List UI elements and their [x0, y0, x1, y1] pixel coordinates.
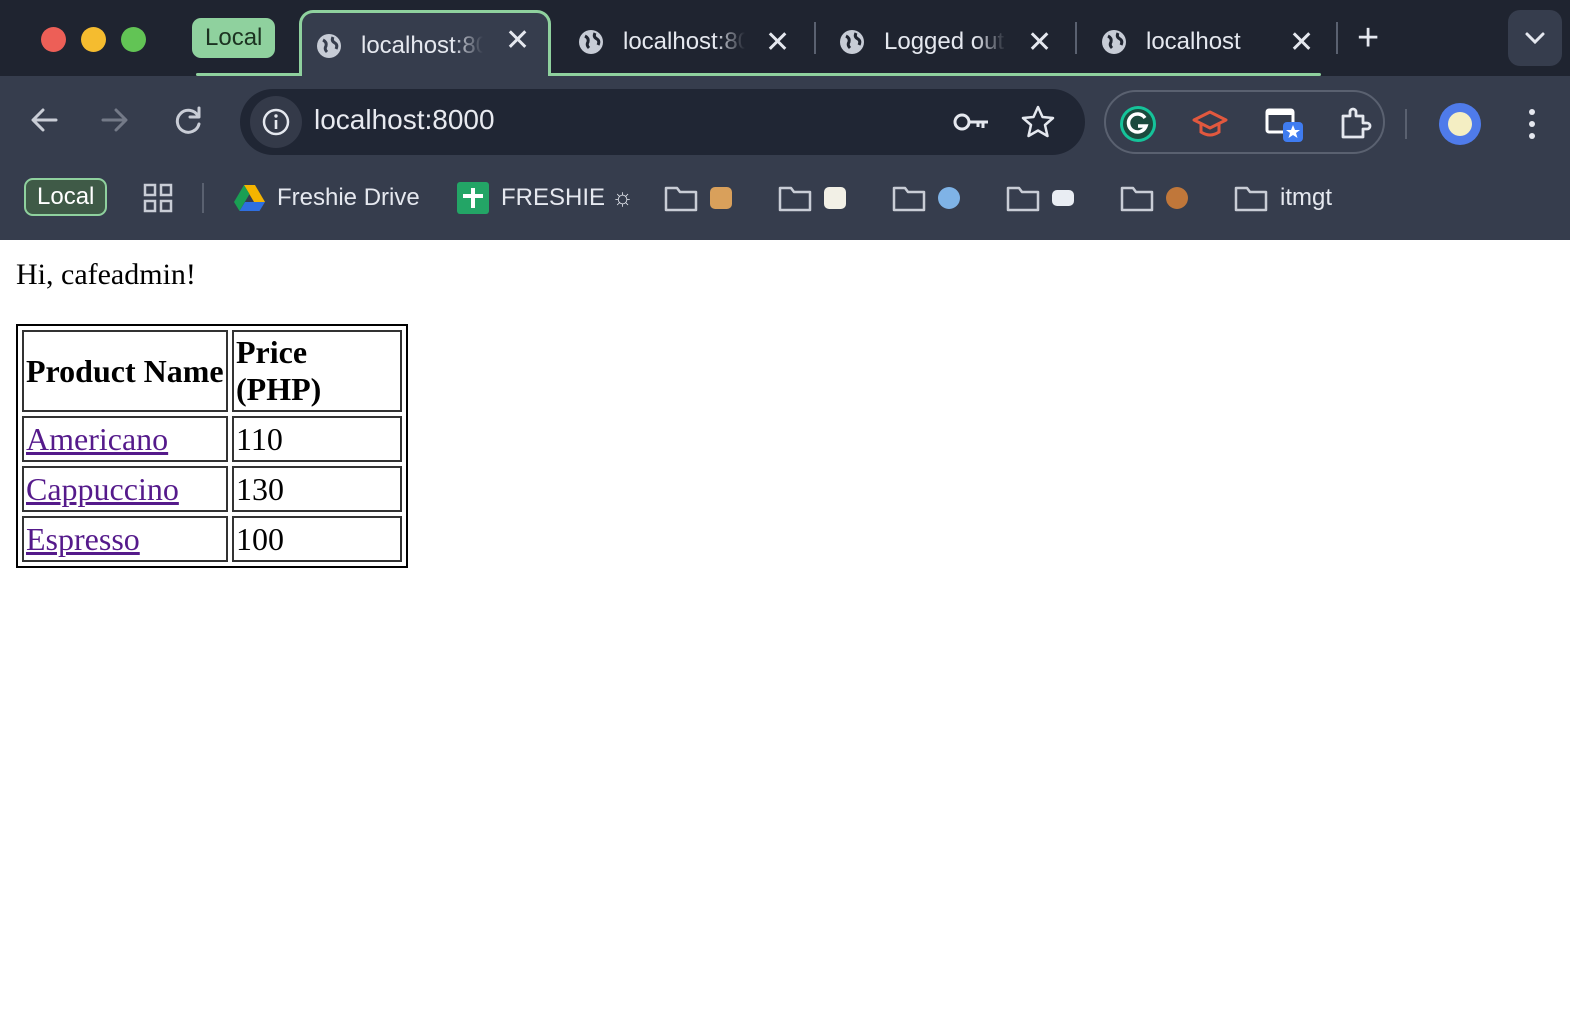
bookmark-label: itmgt: [1280, 184, 1333, 211]
close-tab-icon[interactable]: ✕: [765, 25, 790, 60]
folder-icon: [892, 186, 926, 212]
memo-emoji-icon: [824, 187, 846, 209]
google-drive-icon: [234, 185, 265, 211]
extensions-pill: [1104, 90, 1385, 154]
product-link-espresso[interactable]: Espresso: [26, 521, 140, 557]
price-cell: 100: [232, 516, 402, 562]
bookmark-folder-book[interactable]: [1006, 180, 1074, 216]
folder-icon: [664, 186, 698, 212]
folder-icon: [1120, 186, 1154, 212]
google-sheets-icon: [457, 182, 489, 214]
avatar-image: [1448, 112, 1472, 136]
tab-3[interactable]: Logged out ✕: [838, 12, 1068, 72]
bookmark-label: FRESHIE ☼: [501, 184, 634, 211]
bookmark-star-icon[interactable]: [1018, 104, 1058, 140]
header-price: Price (PHP): [232, 330, 402, 412]
bookmarks-separator: [202, 183, 204, 213]
globe-icon: [840, 30, 864, 54]
extensions-puzzle-icon[interactable]: [1335, 104, 1375, 144]
address-bar[interactable]: localhost:8000: [240, 89, 1085, 155]
pretzel-emoji-icon: [1166, 187, 1188, 209]
table-row: Espresso 100: [22, 516, 402, 562]
close-tab-icon[interactable]: ✕: [505, 23, 530, 58]
tab-strip: Local localhost:8000 ✕ localhost:8000 ✕ …: [0, 0, 1570, 79]
bookmark-group-chip[interactable]: Local: [24, 178, 108, 216]
product-link-cappuccino[interactable]: Cappuccino: [26, 471, 179, 507]
table-row: Cappuccino 130: [22, 466, 402, 512]
greeting-text: Hi, cafeadmin!: [16, 258, 196, 291]
bookmark-freshie-drive[interactable]: Freshie Drive: [234, 180, 420, 216]
product-name-cell: Cappuccino: [22, 466, 228, 512]
bookmarks-bar: Local Freshie Drive FRESHIE ☼ itmgt: [0, 168, 1570, 240]
bookmark-folder-pretzel[interactable]: [1120, 180, 1188, 216]
book-emoji-icon: [1052, 190, 1074, 206]
reload-icon[interactable]: [164, 96, 212, 144]
globe-icon: [579, 30, 603, 54]
page-content: Hi, cafeadmin! Product Name Price (PHP) …: [0, 240, 1570, 1016]
grammarly-icon[interactable]: [1118, 104, 1158, 144]
tab-separator: [1075, 22, 1077, 54]
bookmark-freshie-sheet[interactable]: FRESHIE ☼: [457, 180, 634, 216]
price-cell: 110: [232, 416, 402, 462]
bookmark-folder-globe[interactable]: [892, 180, 960, 216]
header-product-name: Product Name: [22, 330, 228, 412]
globe-icon: [317, 34, 341, 58]
table-header-row: Product Name Price (PHP): [22, 330, 402, 412]
globe-icon: [1102, 30, 1126, 54]
screenshot-star-icon[interactable]: [1263, 104, 1303, 144]
product-name-cell: Espresso: [22, 516, 228, 562]
close-tab-icon[interactable]: ✕: [1027, 25, 1052, 60]
key-icon[interactable]: [952, 104, 992, 140]
toolbar-separator: [1405, 109, 1407, 139]
menu-kebab-icon[interactable]: [1522, 106, 1542, 142]
bookmark-folder-itmgt[interactable]: itmgt: [1234, 180, 1332, 216]
tab-search-button[interactable]: [1508, 10, 1562, 66]
browser-chrome: Local localhost:8000 ✕ localhost:8000 ✕ …: [0, 0, 1570, 240]
tab-title: localhost:8000: [623, 28, 745, 55]
url-text[interactable]: localhost:8000: [314, 104, 495, 136]
bread-emoji-icon: [710, 187, 732, 209]
back-icon[interactable]: [20, 96, 68, 144]
tab-4[interactable]: localhost ✕: [1100, 12, 1330, 72]
site-info-button[interactable]: [250, 96, 302, 148]
tab-title: localhost: [1146, 28, 1241, 55]
forward-icon[interactable]: [91, 96, 139, 144]
tab-group-chip[interactable]: Local: [192, 18, 276, 58]
info-icon: [262, 108, 290, 136]
tab-active[interactable]: localhost:8000 ✕: [299, 10, 551, 79]
tab-title: Logged out: [884, 28, 1005, 55]
folder-icon: [1006, 186, 1040, 212]
bookmark-label: Freshie Drive: [277, 184, 420, 211]
tab-2[interactable]: localhost:8000 ✕: [577, 12, 807, 72]
bookmark-folder-memo[interactable]: [778, 180, 846, 216]
folder-icon: [778, 186, 812, 212]
close-tab-icon[interactable]: ✕: [1289, 25, 1314, 60]
tab-separator: [1336, 22, 1338, 54]
product-link-americano[interactable]: Americano: [26, 421, 168, 457]
tab-title: localhost:8000: [361, 32, 483, 59]
product-name-cell: Americano: [22, 416, 228, 462]
price-cell: 130: [232, 466, 402, 512]
profile-avatar[interactable]: [1439, 103, 1481, 145]
graduation-cap-icon[interactable]: [1190, 104, 1230, 144]
close-window-button[interactable]: [41, 27, 66, 52]
tab-separator: [814, 22, 816, 54]
minimize-window-button[interactable]: [81, 27, 106, 52]
folder-icon: [1234, 186, 1268, 212]
bookmark-folder-bread[interactable]: [664, 180, 732, 216]
apps-grid-icon[interactable]: [143, 183, 173, 213]
table-row: Americano 110: [22, 416, 402, 462]
browser-toolbar: localhost:8000: [0, 76, 1570, 168]
globe-emoji-icon: [938, 187, 960, 209]
maximize-window-button[interactable]: [121, 27, 146, 52]
products-table: Product Name Price (PHP) Americano 110 C…: [16, 324, 408, 568]
new-tab-button[interactable]: +: [1357, 19, 1379, 57]
chevron-down-icon: [1525, 32, 1545, 45]
